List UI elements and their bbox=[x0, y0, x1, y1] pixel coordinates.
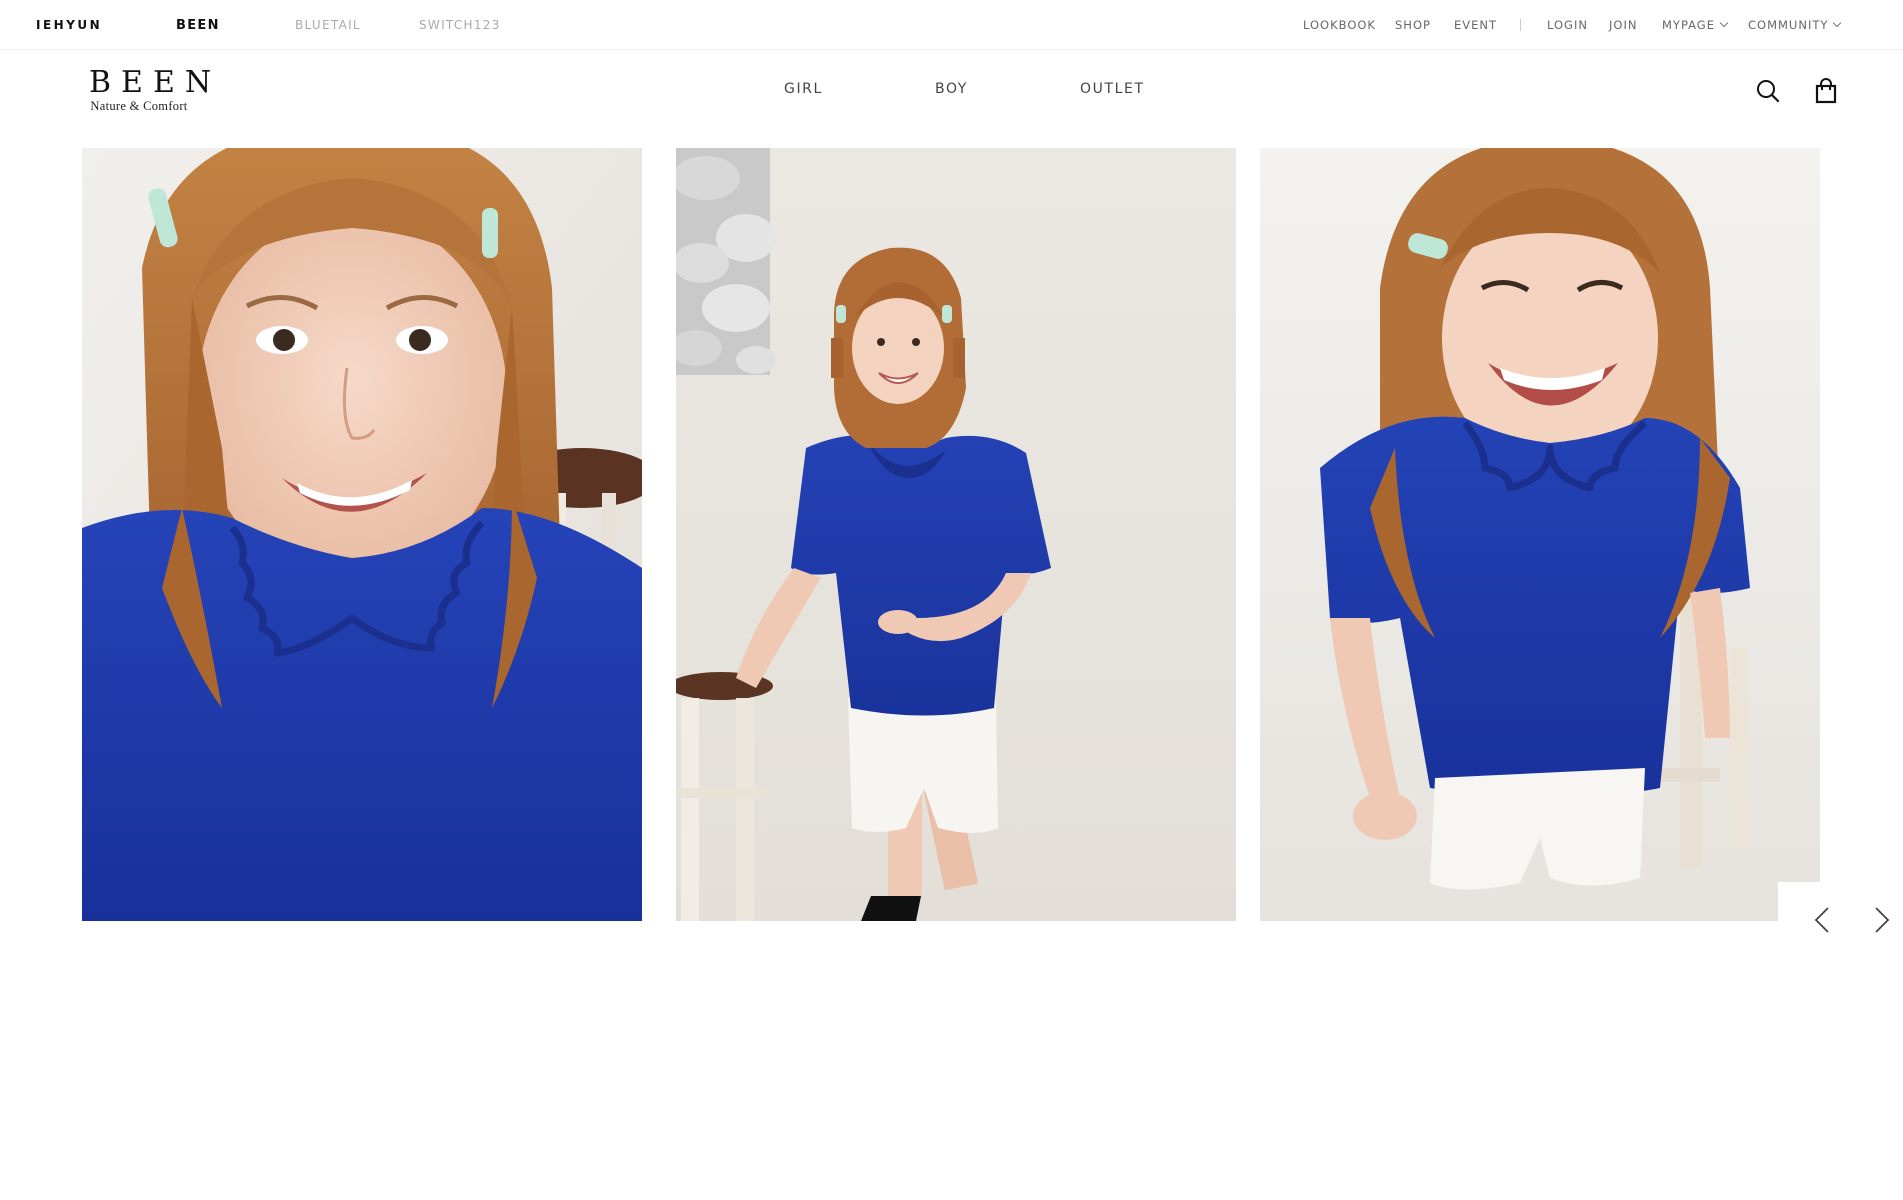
carousel-slide-2[interactable] bbox=[676, 148, 1236, 921]
logo-tagline: Nature & Comfort bbox=[90, 99, 188, 113]
carousel-slide-1[interactable] bbox=[82, 148, 642, 921]
mypage-menu[interactable]: MYPAGE bbox=[1662, 18, 1729, 32]
community-label: COMMUNITY bbox=[1748, 18, 1829, 32]
lookbook-carousel bbox=[0, 148, 1903, 938]
nav-boy[interactable]: BOY bbox=[935, 81, 968, 97]
join-link[interactable]: JOIN bbox=[1609, 18, 1637, 32]
chevron-down-icon bbox=[1833, 18, 1842, 28]
shopping-bag-icon[interactable] bbox=[1812, 77, 1840, 105]
login-link[interactable]: LOGIN bbox=[1547, 18, 1588, 32]
lookbook-link[interactable]: LOOKBOOK bbox=[1303, 18, 1376, 32]
main-nav: GIRL BOY OUTLET bbox=[0, 81, 1903, 101]
nav-girl[interactable]: GIRL bbox=[784, 81, 823, 97]
chevron-down-icon bbox=[1719, 18, 1729, 28]
event-link[interactable]: EVENT bbox=[1454, 18, 1497, 32]
search-icon[interactable] bbox=[1754, 77, 1782, 105]
chevron-right-icon[interactable] bbox=[1864, 902, 1900, 938]
utility-nav: LOOKBOOK SHOP EVENT LOGIN JOIN MYPAGE CO… bbox=[0, 18, 1903, 34]
top-utility-bar: IEHYUN BEEN BLUETAIL SWITCH123 LOOKBOOK … bbox=[0, 0, 1903, 50]
nav-outlet[interactable]: OUTLET bbox=[1080, 81, 1145, 97]
utility-divider bbox=[1520, 19, 1521, 31]
main-header: BEEN Nature & Comfort GIRL BOY OUTLET bbox=[0, 51, 1903, 147]
carousel-slide-3[interactable] bbox=[1260, 148, 1820, 921]
chevron-left-icon[interactable] bbox=[1806, 902, 1842, 938]
community-menu[interactable]: COMMUNITY bbox=[1748, 18, 1842, 32]
mypage-label: MYPAGE bbox=[1662, 18, 1715, 32]
shop-link[interactable]: SHOP bbox=[1395, 18, 1431, 32]
carousel-controls bbox=[1778, 882, 1903, 938]
